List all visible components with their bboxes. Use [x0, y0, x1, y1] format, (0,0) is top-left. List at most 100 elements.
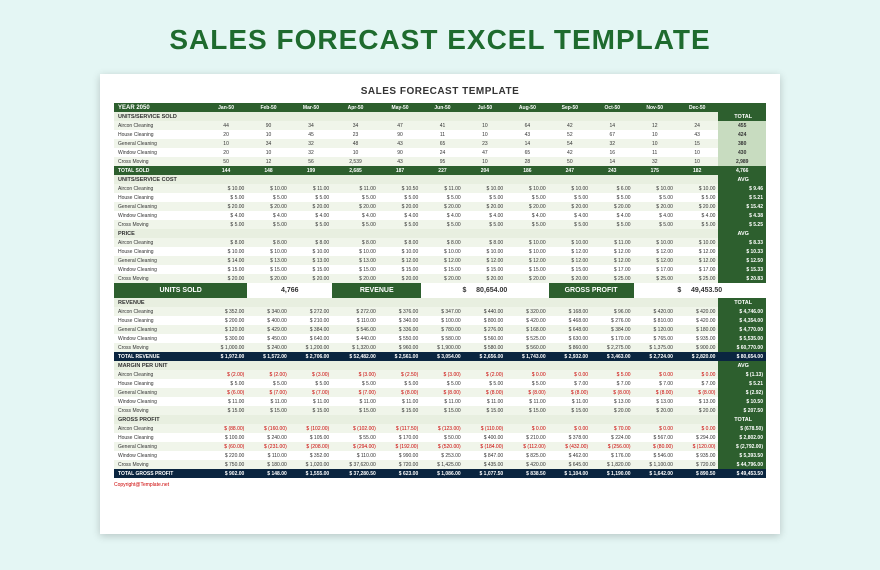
cell: $ 15.00 — [464, 265, 506, 274]
cell: $ (192.00) — [379, 442, 421, 451]
cell: $ 720.00 — [379, 460, 421, 469]
cell: 424 — [718, 130, 766, 139]
cell: $ 580.00 — [421, 334, 463, 343]
cell: 43 — [676, 130, 718, 139]
cell: $ 20.00 — [290, 274, 332, 283]
cell: $ 7.00 — [549, 379, 591, 388]
cell: $ 0.00 — [506, 424, 548, 433]
table-row: Aircon Cleaning$ 10.00$ 10.00$ 11.00$ 11… — [114, 184, 766, 193]
cell: $ 11.00 — [549, 397, 591, 406]
cell: $ 11.00 — [421, 397, 463, 406]
cell: $ (2.00) — [205, 370, 247, 379]
cell: 204 — [464, 166, 506, 175]
cell: $ 847.00 — [464, 451, 506, 460]
cell: $ 5.00 — [379, 379, 421, 388]
table-row: General Cleaning$ 14.00$ 13.00$ 13.00$ 1… — [114, 256, 766, 265]
cell: $ (520.00) — [421, 442, 463, 451]
cell: $ 0.00 — [676, 424, 718, 433]
cell: $ 253.00 — [421, 451, 463, 460]
cell: 28 — [506, 157, 548, 166]
cell: $ 420.00 — [506, 460, 548, 469]
row-label: Aircon Cleaning — [114, 424, 205, 433]
cell: $ 10.00 — [205, 247, 247, 256]
cell: $ 902.00 — [205, 469, 247, 478]
month-header: Nov-50 — [634, 103, 676, 112]
cell: $ 240.00 — [247, 343, 289, 352]
cell: 32 — [634, 157, 676, 166]
cell: $ 5.00 — [205, 193, 247, 202]
month-header: Jul-50 — [464, 103, 506, 112]
cell: $ 20.00 — [549, 274, 591, 283]
cell: $ 5.00 — [247, 379, 289, 388]
cell: $ 15.00 — [332, 265, 379, 274]
cell: $ (8.00) — [464, 388, 506, 397]
cell: $ 276.00 — [464, 325, 506, 334]
cell: $ 1,104.00 — [549, 469, 591, 478]
cell: $ 60,770.00 — [718, 343, 766, 352]
cell: 90 — [247, 121, 289, 130]
table-row: Window Cleaning$ 15.00$ 15.00$ 15.00$ 15… — [114, 265, 766, 274]
cell: $ 4.00 — [591, 211, 633, 220]
cell: $ 148.00 — [247, 469, 289, 478]
cell: 10 — [464, 121, 506, 130]
cell: $ 347.00 — [421, 307, 463, 316]
cell: $ 890.50 — [676, 469, 718, 478]
cell: $ 180.00 — [247, 460, 289, 469]
cell: $ 12.00 — [549, 256, 591, 265]
cell: $ (3.00) — [421, 370, 463, 379]
cell: $ 384.00 — [591, 325, 633, 334]
cell: $ 176.00 — [591, 451, 633, 460]
cell: $ 4.00 — [290, 211, 332, 220]
spreadsheet-container: SALES FORECAST TEMPLATE YEAR 2050Jan-50F… — [100, 74, 780, 534]
cell: $ 15.00 — [332, 406, 379, 415]
cell — [718, 103, 766, 112]
cell: $ 5.00 — [676, 220, 718, 229]
cell: $ 11.00 — [464, 397, 506, 406]
cell: $ 630.00 — [549, 334, 591, 343]
cell: $ 560.00 — [506, 343, 548, 352]
cell: $ 8.00 — [421, 238, 463, 247]
cell: $ (2.50) — [379, 370, 421, 379]
row-label: General Cleaning — [114, 325, 205, 334]
cell: $ 1,555.00 — [290, 469, 332, 478]
cell: $ 990.00 — [379, 451, 421, 460]
cell: $ 4.00 — [464, 211, 506, 220]
cell: $ 2,724.00 — [634, 352, 676, 361]
cell: $ 810.00 — [634, 316, 676, 325]
row-label: Cross Moving — [114, 343, 205, 352]
cell: $ 4.00 — [634, 211, 676, 220]
cell: $ 420.00 — [506, 316, 548, 325]
cell: 10 — [332, 148, 379, 157]
cell: $ 1,743.00 — [506, 352, 548, 361]
cell: $ (8.00) — [591, 388, 633, 397]
cell: $ (8.00) — [506, 388, 548, 397]
cell: $ 720.00 — [676, 460, 718, 469]
cell: $ 20.00 — [464, 274, 506, 283]
row-label: Cross Moving — [114, 157, 205, 166]
cell: $ 2,802.00 — [718, 433, 766, 442]
cell: 95 — [421, 157, 463, 166]
cell: $ 80,654.00 — [718, 352, 766, 361]
cell: 144 — [205, 166, 247, 175]
cell: $ 420.00 — [634, 307, 676, 316]
cell: $ 25.00 — [676, 274, 718, 283]
cell: $ 420.00 — [676, 316, 718, 325]
cell: $ 2,820.00 — [676, 352, 718, 361]
cell: $ 20.00 — [332, 274, 379, 283]
row-label: Aircon Cleaning — [114, 307, 205, 316]
cell: $ 9.46 — [718, 184, 766, 193]
cell: $ 5.00 — [247, 193, 289, 202]
cell: $ 4,354.00 — [718, 316, 766, 325]
section-header: GROSS PROFITTOTAL — [114, 415, 766, 424]
cell: $ 15.00 — [549, 265, 591, 274]
cell: $ 20.00 — [332, 202, 379, 211]
cell: $ 44,796.00 — [718, 460, 766, 469]
cell: $ 210.00 — [506, 433, 548, 442]
cell: $ 20.00 — [591, 406, 633, 415]
cell: TOTAL GROSS PROFIT — [114, 469, 205, 478]
cell: $ 838.50 — [506, 469, 548, 478]
cell: $ 1,375.00 — [634, 343, 676, 352]
cell: $ 10.00 — [464, 184, 506, 193]
cell: $ 11.00 — [290, 397, 332, 406]
cell: $ 450.00 — [247, 334, 289, 343]
